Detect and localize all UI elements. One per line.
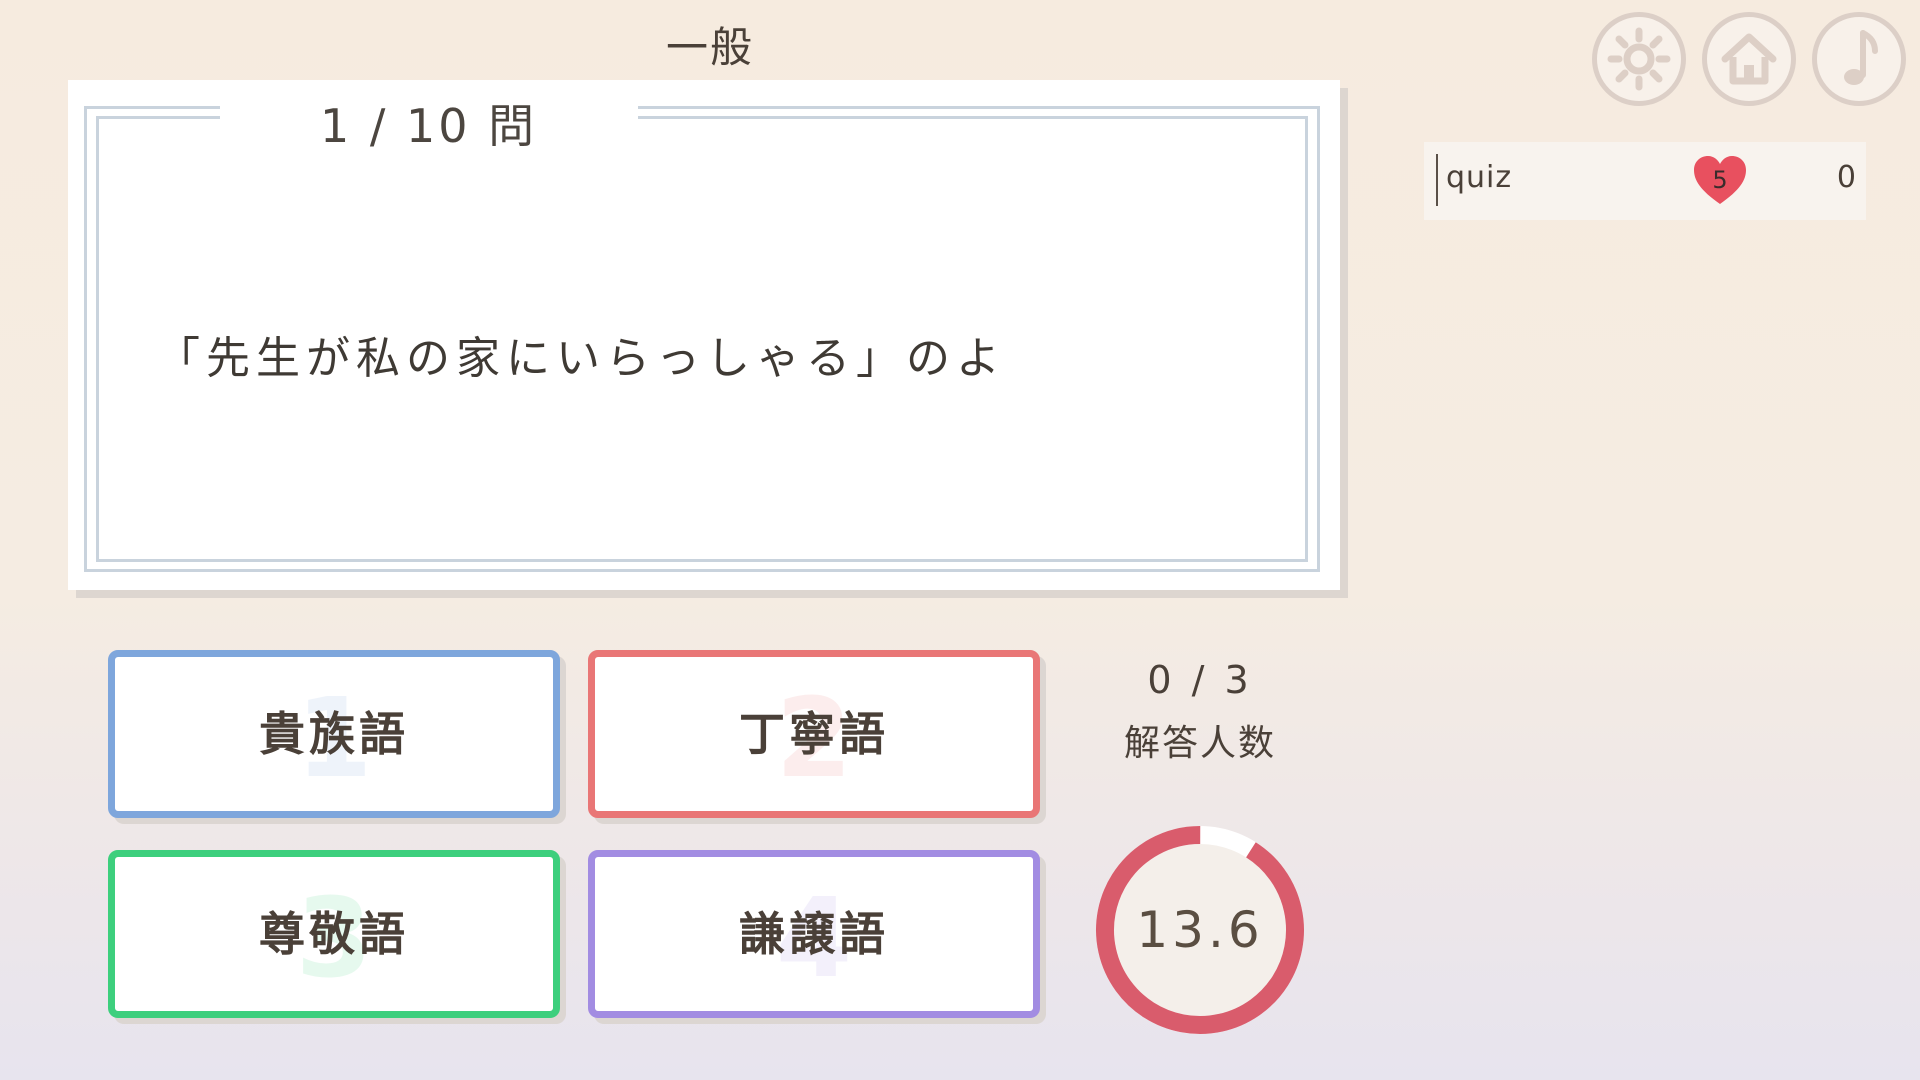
gear-icon bbox=[1607, 27, 1671, 91]
answer-label-2: 丁寧語 bbox=[739, 707, 889, 761]
player-panel-divider bbox=[1436, 154, 1438, 206]
category-title: 一般 bbox=[665, 23, 754, 72]
question-text: 「先生が私の家にいらっしゃる」のよ bbox=[156, 333, 1006, 384]
answer-label-3: 尊敬語 bbox=[259, 907, 409, 961]
answer-label-4: 謙譲語 bbox=[739, 907, 889, 961]
answer-label-1: 貴族語 bbox=[259, 707, 409, 761]
player-name: quiz bbox=[1446, 160, 1513, 195]
answer-button-3[interactable]: 3 尊敬語 bbox=[108, 850, 560, 1018]
timer-value: 13.6 bbox=[1136, 901, 1264, 959]
home-icon bbox=[1721, 33, 1777, 85]
home-button[interactable] bbox=[1702, 12, 1796, 106]
countdown-timer: 13.6 bbox=[1093, 823, 1307, 1037]
answer-button-1[interactable]: 1 貴族語 bbox=[108, 650, 560, 818]
answered-count: 0 / 3 bbox=[1147, 658, 1253, 702]
lives-count: 5 bbox=[1712, 166, 1728, 194]
question-card: 1 / 10 問 「先生が私の家にいらっしゃる」のよ bbox=[68, 80, 1340, 590]
lives-indicator: 5 bbox=[1690, 152, 1750, 208]
music-button[interactable] bbox=[1812, 12, 1906, 106]
settings-button[interactable] bbox=[1592, 12, 1686, 106]
answered-count-label: 解答人数 bbox=[1123, 723, 1276, 764]
answer-button-2[interactable]: 2 丁寧語 bbox=[588, 650, 1040, 818]
player-score: 0 bbox=[1836, 160, 1856, 195]
answer-button-4[interactable]: 4 謙譲語 bbox=[588, 850, 1040, 1018]
music-note-icon bbox=[1844, 30, 1878, 85]
player-panel: quiz 5 0 bbox=[1424, 142, 1866, 220]
question-counter: 1 / 10 問 bbox=[320, 99, 538, 153]
